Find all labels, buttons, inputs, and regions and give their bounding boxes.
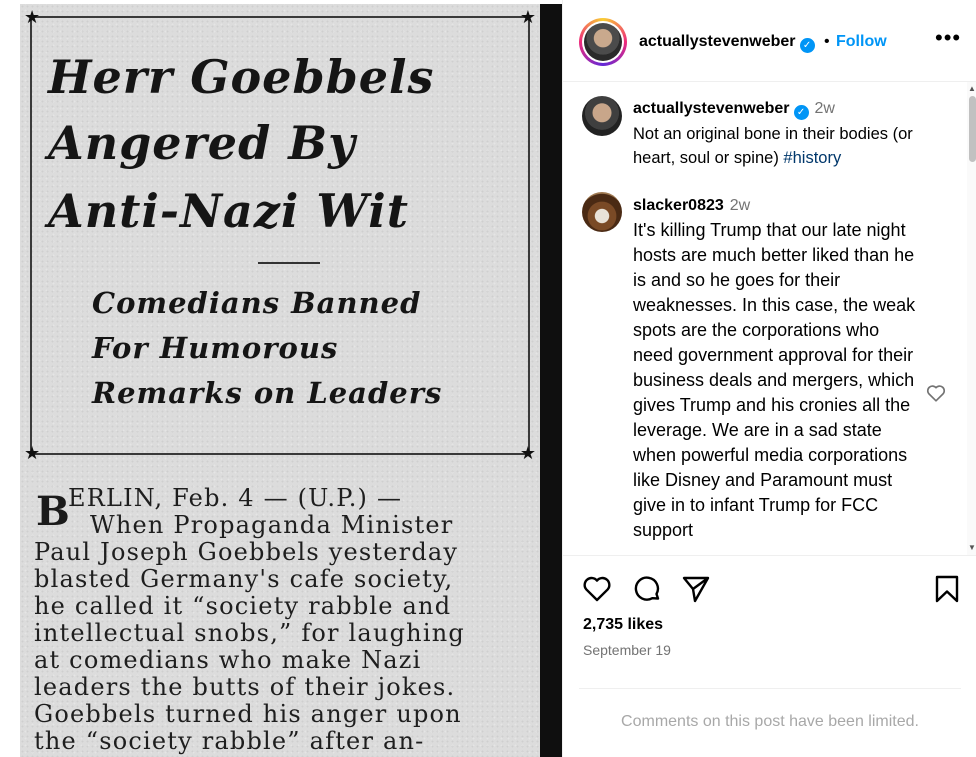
verified-badge-icon: ✓	[799, 38, 815, 53]
scroll-down-arrow-icon[interactable]: ▼	[968, 543, 976, 552]
headline-divider	[258, 262, 320, 264]
star-ornament-icon: ★	[519, 7, 536, 28]
heart-icon[interactable]	[581, 573, 613, 605]
post-actions	[563, 556, 976, 616]
avatar-border	[582, 21, 624, 63]
likes-count[interactable]: 2,735 likes	[583, 616, 663, 634]
clipping-body-line: Paul Joseph Goebbels yesterday	[34, 538, 459, 566]
instagram-post-view: ★ ★ ★ ★ Herr Goebbels Angered By Anti-Na…	[0, 0, 976, 757]
clipping-dropcap: B	[36, 488, 70, 535]
verified-badge-icon: ✓	[793, 105, 809, 120]
post-header: actuallystevenweber ✓ • Follow •••	[563, 0, 976, 82]
more-options-icon[interactable]: •••	[935, 25, 961, 51]
comments-list[interactable]: actuallystevenweber ✓ 2w Not an original b…	[563, 82, 976, 556]
clipping-border-top	[30, 16, 530, 18]
caption-username[interactable]: actuallystevenweber	[633, 100, 790, 117]
clipping-border-bottom	[30, 453, 530, 455]
avatar[interactable]	[582, 96, 622, 136]
bookmark-icon[interactable]	[931, 573, 963, 605]
clipping-border-right	[528, 16, 530, 454]
comment: slacker0823 2w It's killing Trump that ou…	[633, 192, 923, 543]
comment-icon[interactable]	[631, 573, 663, 605]
clipping-body-line: he called it “society rabble and	[34, 592, 452, 620]
clipping-headline-line: Angered By	[48, 116, 356, 170]
hashtag-link[interactable]: #history	[783, 149, 841, 167]
caption-text: Not an original bone in their bodies (or…	[633, 124, 913, 168]
comment-like-heart-icon[interactable]	[925, 382, 947, 404]
post-side-panel: actuallystevenweber ✓ • Follow ••• actual…	[562, 0, 976, 757]
clipping-subhead-line: Remarks on Leaders	[92, 376, 443, 410]
scrollbar-thumb[interactable]	[969, 96, 976, 162]
clipping-body-line: leaders the butts of their jokes.	[34, 673, 456, 701]
clipping-body-line: When Propaganda Minister	[90, 511, 454, 539]
clipping-headline-line: Anti-Nazi Wit	[48, 184, 409, 238]
star-ornament-icon: ★	[519, 443, 536, 464]
clipping-body-line: ERLIN, Feb. 4 — (U.P.) —	[68, 484, 403, 512]
clipping-subhead-line: Comedians Banned	[92, 286, 422, 320]
clipping-body-line: the “society rabble” after an-	[34, 727, 425, 755]
clipping-body-line: blasted Germany's cafe society,	[34, 565, 454, 593]
share-icon[interactable]	[680, 573, 712, 605]
comment-text: It's killing Trump that our late night h…	[633, 220, 916, 540]
post-date[interactable]: September 19	[583, 642, 671, 658]
clipping-body-line: at comedians who make Nazi	[34, 646, 422, 674]
scroll-up-arrow-icon[interactable]: ▲	[968, 84, 976, 93]
comment-username[interactable]: slacker0823	[633, 197, 724, 214]
star-ornament-icon: ★	[24, 7, 41, 28]
avatar[interactable]	[582, 192, 622, 232]
follow-button[interactable]: Follow	[836, 33, 887, 51]
clipping-body-line: intellectual snobs,” for laughing	[34, 619, 465, 647]
caption-time: 2w	[814, 100, 835, 117]
star-ornament-icon: ★	[24, 443, 41, 464]
clipping-subhead-line: For Humorous	[92, 331, 339, 365]
caption: actuallystevenweber ✓ 2w Not an original b…	[633, 96, 933, 171]
author-username[interactable]: actuallystevenweber	[639, 33, 796, 50]
author-name[interactable]: actuallystevenweber ✓	[639, 33, 815, 53]
avatar[interactable]	[579, 18, 627, 66]
header-separator: •	[824, 33, 830, 50]
comment-time: 2w	[729, 197, 751, 214]
avatar-image	[584, 23, 622, 61]
clipping-border-left	[30, 16, 32, 454]
newspaper-clipping-image[interactable]: ★ ★ ★ ★ Herr Goebbels Angered By Anti-Na…	[20, 4, 540, 757]
comments-limited-notice: Comments on this post have been limited.	[579, 688, 961, 757]
post-media: ★ ★ ★ ★ Herr Goebbels Angered By Anti-Na…	[0, 0, 562, 757]
comments-scrollbar[interactable]: ▲ ▼	[967, 82, 976, 555]
clipping-body-line: Goebbels turned his anger upon	[34, 700, 462, 728]
clipping-headline-line: Herr Goebbels	[48, 50, 435, 104]
